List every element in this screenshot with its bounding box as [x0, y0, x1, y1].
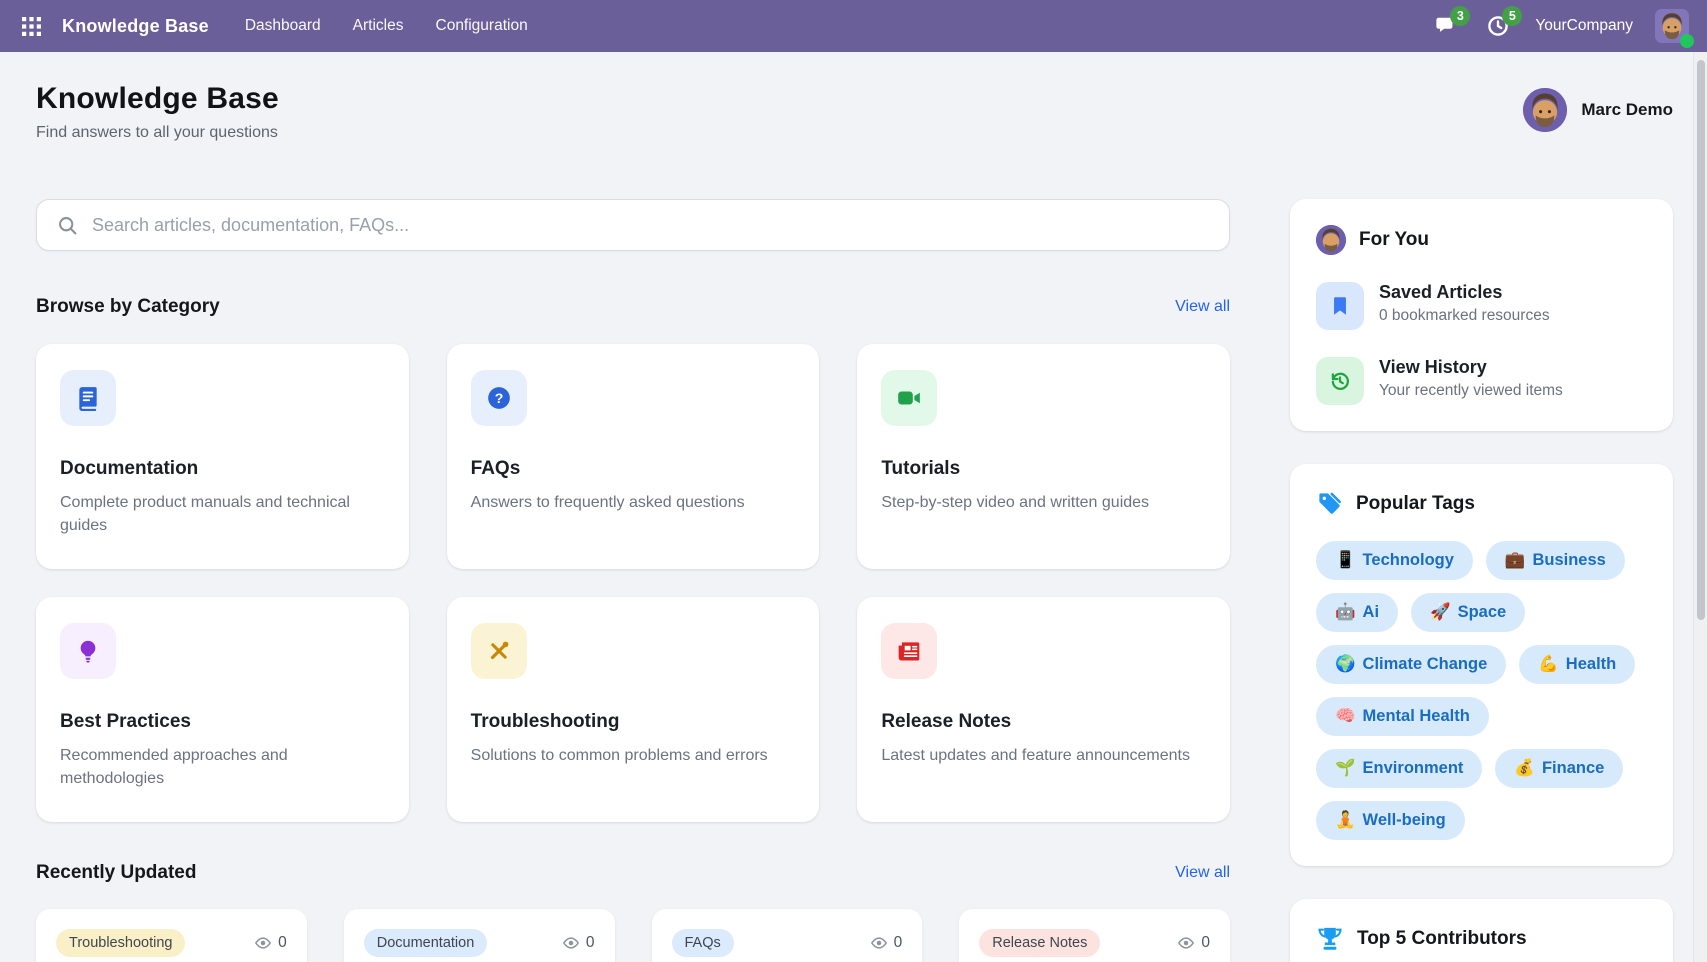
top-contributors-panel: Top 5 Contributors — [1290, 899, 1673, 962]
activities-clock-icon[interactable]: 5 — [1483, 6, 1523, 39]
topbar: Knowledge Base Dashboard Articles Config… — [0, 0, 1707, 52]
view-count: 0 — [585, 934, 595, 951]
view-count: 0 — [278, 934, 287, 951]
search-input[interactable] — [92, 214, 1209, 236]
nav-configuration[interactable]: Configuration — [424, 10, 540, 42]
view-count: 0 — [893, 934, 903, 951]
user-name: Marc Demo — [1581, 100, 1673, 119]
tag-finance[interactable]: 💰 Finance — [1495, 749, 1624, 788]
category-badge: Documentation — [363, 929, 488, 957]
for-you-panel: For You Saved Articles 0 bookmarked reso… — [1290, 199, 1673, 431]
book-icon — [60, 370, 116, 426]
right-sidebar: For You Saved Articles 0 bookmarked reso… — [1290, 199, 1673, 962]
question-circle-icon: ? — [470, 370, 527, 426]
tag-environment[interactable]: 🌱 Environment — [1316, 749, 1483, 788]
page-subtitle: Find answers to all your questions — [36, 124, 278, 141]
current-user-chip[interactable]: Marc Demo — [1523, 88, 1673, 132]
bookmark-icon — [1316, 282, 1364, 330]
category-card-documentation[interactable]: Documentation Complete product manuals a… — [36, 344, 409, 569]
recent-card-artificial-intelligence[interactable]: Release Notes 0 🌐Artificial Intelligence… — [959, 909, 1230, 962]
eye-icon — [870, 937, 887, 949]
category-card-troubleshooting[interactable]: Troubleshooting Solutions to common prob… — [446, 597, 820, 822]
tag-mental-health[interactable]: 🧠 Mental Health — [1316, 697, 1489, 736]
recent-card-faqs-odoo-setup[interactable]: FAQs 0 ❓FAQs: Odoo Setup & — [651, 909, 923, 962]
top-navigation: Dashboard Articles Configuration — [233, 10, 540, 42]
category-card-release-notes[interactable]: Release Notes Latest updates and feature… — [857, 597, 1230, 822]
eye-icon — [255, 937, 272, 949]
recent-view-all-link[interactable]: View all — [1175, 864, 1230, 882]
for-you-title: For You — [1359, 229, 1430, 250]
eye-icon — [1178, 937, 1195, 949]
activities-count-badge: 5 — [1502, 6, 1523, 26]
recent-card-odoo-api[interactable]: Documentation 0 📚Odoo API — [343, 909, 615, 962]
tag-well-being[interactable]: 🧘 Well-being — [1316, 801, 1465, 840]
scrollbar-thumb[interactable] — [1697, 60, 1705, 620]
user-menu-avatar[interactable] — [1655, 9, 1694, 48]
recent-section-title: Recently Updated — [36, 862, 197, 883]
recent-card-database[interactable]: Troubleshooting 0 🛠️Database — [36, 909, 307, 962]
category-grid: Documentation Complete product manuals a… — [36, 344, 1230, 822]
page-title: Knowledge Base — [36, 82, 279, 115]
view-count: 0 — [1201, 934, 1210, 951]
category-card-faqs[interactable]: ? FAQs Answers to frequently asked quest… — [446, 344, 820, 569]
tag-icon — [1319, 492, 1341, 514]
saved-articles-item[interactable]: Saved Articles 0 bookmarked resources — [1316, 282, 1647, 330]
online-status-dot — [1680, 34, 1694, 48]
popular-tags-title: Popular Tags — [1356, 492, 1475, 514]
page-scrollbar[interactable] — [1693, 52, 1707, 962]
view-history-item[interactable]: View History Your recently viewed items — [1316, 357, 1647, 405]
tag-ai[interactable]: 🤖 Ai — [1316, 593, 1399, 632]
tag-space[interactable]: 🚀 Space — [1411, 593, 1526, 632]
popular-tags-panel: Popular Tags 📱 Technology 💼 Business 🤖 Ai 🚀… — [1290, 464, 1673, 866]
lightbulb-icon — [60, 623, 116, 679]
tag-business[interactable]: 💼 Business — [1485, 541, 1625, 580]
app-title[interactable]: Knowledge Base — [62, 16, 209, 37]
nav-dashboard[interactable]: Dashboard — [233, 10, 333, 42]
tag-technology[interactable]: 📱 Technology — [1316, 541, 1473, 580]
recent-grid: Troubleshooting 0 🛠️Database Documentati… — [36, 909, 1230, 962]
tags-list: 📱 Technology 💼 Business 🤖 Ai 🚀 Space 🌍 Climat… — [1316, 541, 1647, 840]
category-card-best-practices[interactable]: Best Practices Recommended approaches an… — [36, 597, 409, 822]
apps-grid-icon[interactable] — [16, 11, 46, 41]
page-header: Knowledge Base Find answers to all your … — [36, 52, 1673, 142]
category-badge: Troubleshooting — [56, 929, 186, 957]
nav-articles[interactable]: Articles — [341, 10, 416, 42]
top-contributors-title: Top 5 Contributors — [1357, 928, 1527, 949]
eye-icon — [562, 937, 579, 949]
browse-view-all-link[interactable]: View all — [1175, 298, 1230, 316]
svg-text:?: ? — [494, 390, 503, 406]
tools-icon — [470, 623, 527, 679]
search-icon — [59, 216, 77, 234]
newspaper-icon — [881, 623, 938, 679]
category-badge: FAQs — [671, 929, 734, 957]
history-icon — [1316, 357, 1364, 405]
user-mini-avatar — [1316, 225, 1346, 255]
video-camera-icon — [881, 370, 938, 426]
messages-icon[interactable]: 3 — [1431, 6, 1471, 39]
trophy-icon — [1318, 927, 1342, 950]
tag-climate-change[interactable]: 🌍 Climate Change — [1316, 645, 1507, 684]
company-switcher[interactable]: YourCompany — [1535, 17, 1633, 35]
category-badge: Release Notes — [979, 929, 1101, 957]
user-avatar — [1523, 88, 1568, 132]
messages-count-badge: 3 — [1450, 6, 1471, 26]
tag-health[interactable]: 💪 Health — [1519, 645, 1636, 684]
category-card-tutorials[interactable]: Tutorials Step-by-step video and written… — [857, 344, 1230, 569]
browse-section-title: Browse by Category — [36, 296, 220, 317]
search-bar[interactable] — [36, 199, 1230, 251]
